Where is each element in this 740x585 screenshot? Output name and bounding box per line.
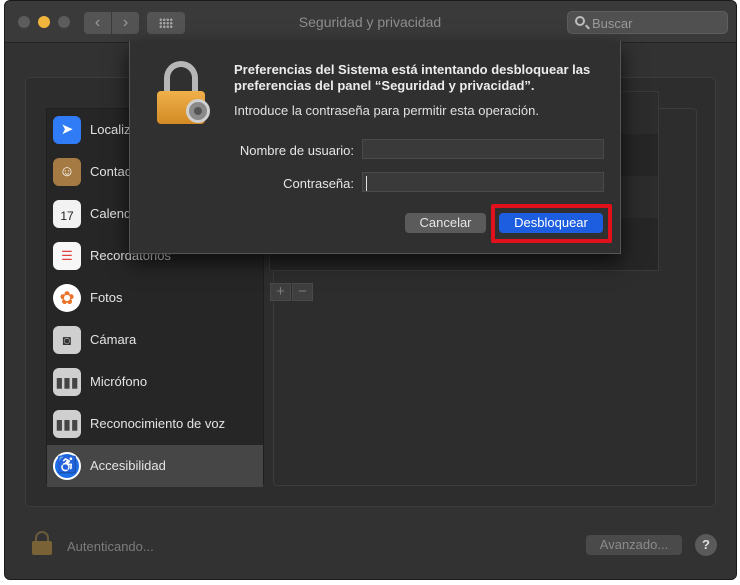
- minimize-window-button[interactable]: [38, 16, 50, 28]
- sheet-message: Introduce la contraseña para permitir es…: [234, 103, 539, 118]
- sidebar-item-microphone[interactable]: ▮▮▮ Micrófono: [47, 361, 263, 403]
- padlock-gear-icon: [154, 61, 216, 127]
- sidebar-item-label: Fotos: [90, 290, 123, 305]
- zoom-window-button[interactable]: [58, 16, 70, 28]
- sidebar-item-camera[interactable]: ◙ Cámara: [47, 319, 263, 361]
- show-all-button[interactable]: [147, 12, 185, 34]
- password-label: Contraseña:: [283, 176, 354, 191]
- contacts-book-icon: ☺: [53, 158, 81, 186]
- search-field[interactable]: Buscar: [567, 11, 728, 34]
- forward-button[interactable]: ›: [112, 12, 139, 34]
- minus-icon: −: [298, 283, 307, 300]
- toolbar: ‹ › Seguridad y privacidad Buscar: [5, 1, 736, 43]
- help-button[interactable]: ?: [695, 534, 717, 556]
- unlock-sheet: Preferencias del Sistema está intentando…: [129, 41, 621, 254]
- sheet-title: Preferencias del Sistema está intentando…: [234, 62, 591, 93]
- window-title: Seguridad y privacidad: [298, 14, 442, 30]
- close-window-button[interactable]: [18, 16, 30, 28]
- remove-app-button[interactable]: −: [292, 283, 313, 301]
- grid-icon: [159, 18, 173, 28]
- chevron-left-icon: ‹: [94, 14, 101, 31]
- username-field[interactable]: [362, 139, 604, 159]
- sidebar-item-label: Reconocimiento de voz: [90, 416, 226, 431]
- cancel-button[interactable]: Cancelar: [405, 213, 486, 233]
- photos-flower-icon: ✿: [53, 284, 81, 312]
- plus-icon: +: [276, 283, 285, 300]
- username-label: Nombre de usuario:: [239, 143, 354, 158]
- sidebar-item-label: Cámara: [90, 332, 137, 347]
- lock-icon[interactable]: [32, 531, 52, 555]
- sidebar-item-photos[interactable]: ✿ Fotos: [47, 277, 263, 319]
- auth-status-text: Autenticando...: [67, 539, 154, 554]
- add-app-button[interactable]: +: [270, 283, 291, 301]
- preferences-window: ‹ › Seguridad y privacidad Buscar ➤ Loca…: [4, 0, 737, 580]
- location-arrow-icon: ➤: [53, 116, 81, 144]
- advanced-button[interactable]: Avanzado...: [586, 535, 682, 555]
- sidebar-item-accessibility[interactable]: ♿ Accesibilidad: [47, 445, 263, 487]
- reminders-list-icon: ☰: [53, 242, 81, 270]
- calendar-icon: 17: [53, 200, 81, 228]
- speech-waveform-icon: ▮▮▮: [53, 410, 81, 438]
- search-icon: [575, 16, 585, 26]
- text-cursor: [366, 176, 367, 191]
- sidebar-item-label: Accesibilidad: [90, 458, 166, 473]
- sidebar-item-speech-recognition[interactable]: ▮▮▮ Reconocimiento de voz: [47, 403, 263, 445]
- back-button[interactable]: ‹: [84, 12, 111, 34]
- accessibility-icon: ♿: [53, 452, 81, 480]
- sidebar-item-label: Micrófono: [90, 374, 148, 389]
- microphone-waveform-icon: ▮▮▮: [53, 368, 81, 396]
- unlock-button[interactable]: Desbloquear: [499, 213, 603, 233]
- search-placeholder: Buscar: [592, 16, 633, 31]
- chevron-right-icon: ›: [122, 14, 129, 31]
- camera-icon: ◙: [53, 326, 81, 354]
- password-field[interactable]: [362, 172, 604, 192]
